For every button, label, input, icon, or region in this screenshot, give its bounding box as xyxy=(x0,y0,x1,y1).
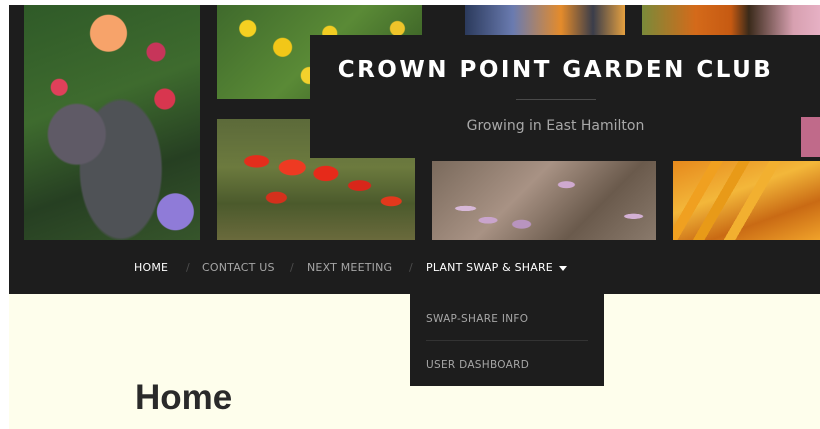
site-branding: CROWN POINT GARDEN CLUB Growing in East … xyxy=(310,35,801,158)
header-photo-bird-of-paradise xyxy=(465,5,625,35)
primary-nav: HOME / CONTACT US / NEXT MEETING / PLANT… xyxy=(9,255,820,279)
header-photo-butterfly xyxy=(642,5,820,35)
nav-item-next-meeting[interactable]: NEXT MEETING xyxy=(307,261,392,274)
nav-item-home[interactable]: HOME xyxy=(134,261,168,274)
site-tagline: Growing in East Hamilton xyxy=(466,118,645,134)
nav-separator: / xyxy=(186,261,190,274)
header-photo-dahlia xyxy=(24,5,200,240)
chevron-down-icon[interactable] xyxy=(558,265,567,271)
site-title[interactable]: CROWN POINT GARDEN CLUB xyxy=(310,57,801,83)
title-divider xyxy=(516,99,596,100)
header-photo-sumac xyxy=(673,161,820,240)
nav-item-plant-swap-share[interactable]: PLANT SWAP & SHARE xyxy=(426,261,567,274)
nav-item-plant-swap-share-label: PLANT SWAP & SHARE xyxy=(426,261,553,274)
dropdown-item-swap-share-info[interactable]: SWAP-SHARE INFO xyxy=(426,313,528,325)
dropdown-item-user-dashboard[interactable]: USER DASHBOARD xyxy=(426,359,529,371)
nav-separator: / xyxy=(409,261,413,274)
nav-item-contact-us[interactable]: CONTACT US xyxy=(202,261,275,274)
header-photo-edge xyxy=(801,117,820,157)
site: CROWN POINT GARDEN CLUB Growing in East … xyxy=(9,5,820,429)
plant-swap-dropdown-menu: SWAP-SHARE INFO USER DASHBOARD xyxy=(410,294,604,386)
page-title: Home xyxy=(135,378,233,417)
header-photo-heather xyxy=(432,161,656,240)
site-header: CROWN POINT GARDEN CLUB Growing in East … xyxy=(9,5,820,294)
dropdown-divider xyxy=(426,340,588,341)
nav-separator: / xyxy=(290,261,294,274)
